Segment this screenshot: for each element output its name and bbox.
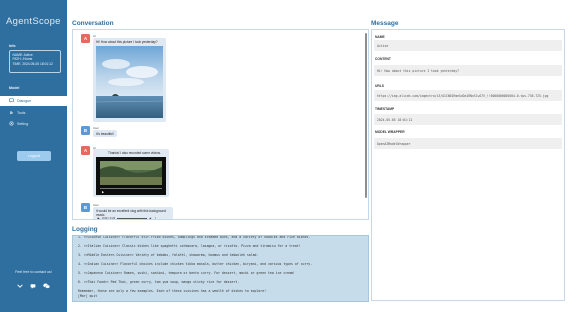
message-bubble: Thanks! I also recorded some videos. [93,149,169,197]
field-value-timestamp[interactable]: 2024-05-05 18:01:12 [374,114,562,125]
message-text: It's beautiful! [96,132,114,136]
play-icon[interactable] [97,216,100,220]
more-icon[interactable] [154,216,157,220]
log-line: 6. <<Thai Food>> Pad Thai, green curry, … [78,280,240,284]
contact-icons [0,283,67,291]
chat-icon[interactable] [30,283,36,291]
field-label-content: CONTENT [375,57,391,61]
photo-image[interactable] [96,46,163,118]
message-bubble: It would be an excellent vlog with this … [93,207,173,220]
logout-button[interactable]: Logout [17,151,51,161]
log-line: 2. <<Italian Cuisine>> Classic dishes li… [78,244,301,248]
field-label-timestamp: TIMESTAMP [375,107,395,111]
field-label-name: NAME [375,35,385,39]
log-line: 5. <<Japanese Cuisine>> Ramen, sushi, sa… [78,271,295,275]
tools-icon [9,110,17,117]
message-text: Hi! How about this picture I took yester… [96,40,158,44]
audio-progress[interactable] [117,217,148,219]
logging-panel[interactable]: 1. <<Chinese Cuisine>> Flavorful stir-fr… [72,235,369,302]
info-box: NAME: Active PATH: /Home TIME: 2024-05-0… [9,50,61,73]
field-value-name[interactable]: Active [374,40,562,51]
field-value-model-wrapper[interactable]: OpenAIModelWrapper [374,138,562,149]
info-title: Info [9,44,16,48]
ai-avatar: A [81,146,90,155]
audio-player[interactable]: 0:00 / 0:23 [97,215,167,220]
field-label-urls: URLS [375,84,384,88]
log-line: [Mar] quit [78,294,98,298]
video-player[interactable] [96,157,166,195]
field-label-model-wrapper: MODEL WRAPPER [375,130,405,134]
nav-item-dialogue[interactable]: Dialogue [0,96,67,106]
app-logo: AgentScope [6,16,61,27]
message-bubble: It's beautiful! [93,130,117,137]
audio-time: 0:00 / 0:23 [102,216,116,220]
setting-icon [9,120,17,128]
github-icon[interactable] [17,283,23,291]
conversation-title: Conversation [72,20,114,27]
log-line: Remember, these are only a few examples.… [78,289,267,293]
user-avatar: B [81,126,90,135]
dialogue-icon [9,97,17,105]
nav-item-label: Setting [17,122,29,126]
message-text: Thanks! I also recorded some videos. [108,151,161,155]
model-title: Model [9,86,20,90]
wechat-icon[interactable] [43,283,50,291]
sidebar: AgentScope Info NAME: Active PATH: /Home… [0,0,67,312]
conversation-panel[interactable]: A AI Hi! How about this picture I took y… [72,29,369,220]
scrollbar-thumb[interactable] [365,33,367,198]
contact-label: Feel free to contact us! [15,270,52,274]
log-line: 4. <<Indian Cuisine>> Flavorful choices … [78,262,313,266]
nav-item-setting[interactable]: Setting [0,119,67,129]
message-bubble: Hi! How about this picture I took yester… [93,38,166,122]
volume-icon[interactable] [149,216,152,220]
message-title: Message [371,20,399,27]
nav-item-label: Dialogue [17,99,32,103]
field-value-content[interactable]: Hi! How about this picture I took yester… [374,65,562,76]
logout-label: Logout [28,154,40,158]
ai-avatar: A [81,34,90,43]
nav-item-tools[interactable]: Tools [0,108,67,118]
log-line: 1. <<Chinese Cuisine>> Flavorful stir-fr… [78,235,311,239]
logging-title: Logging [72,226,98,233]
field-value-urls[interactable]: https://img.alicdn.com/imgextra/i3/O1CN0… [374,90,562,101]
info-time: TIME: 2024-05-05 18:01:12 [12,61,53,66]
user-avatar: B [81,203,90,212]
nav-item-label: Tools [17,111,26,115]
log-line: 3. <<Middle Eastern Cuisine>> Variety of… [78,253,259,257]
